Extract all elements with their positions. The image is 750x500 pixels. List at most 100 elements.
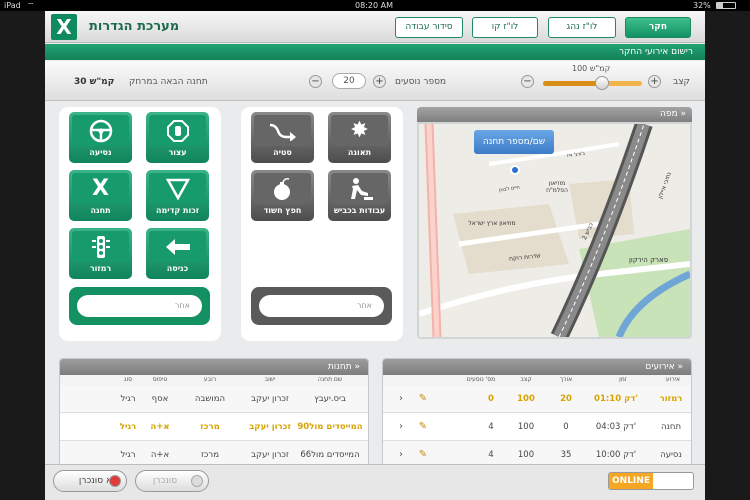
passengers-increase-button[interactable]: + (373, 75, 386, 88)
table-row[interactable]: › ✎ 4 100 0 04:03 דק' תחנה (383, 413, 691, 441)
speed-value: 100 קמ"ש (572, 64, 611, 73)
nav-button-line-schedule[interactable]: לו"ז קו (472, 17, 538, 38)
station-button[interactable]: X תחנה (69, 170, 132, 221)
stations-title: תחנות (327, 362, 352, 372)
station-kind: רגיל (120, 394, 136, 404)
event-speed: 100 (517, 422, 535, 432)
events-rows: › ✎ 0 100 20 01:10 דק' רמזור › ✎ 4 100 0… (383, 385, 691, 469)
events-collapse-icon[interactable]: « (677, 362, 683, 372)
roadwork-button-label: עבודות בכביש (333, 206, 386, 215)
events-column-headers: אירוע זמן אורך קצב מס' נוסעים (383, 375, 691, 385)
logo-icon: X (51, 14, 77, 40)
passengers-input[interactable]: 20 (332, 73, 366, 89)
map-label-eretz-israel-museum: מוזיאון ארץ ישראל (468, 220, 516, 227)
app-title: מערכת הגדרות (89, 19, 180, 34)
collapse-icon[interactable]: « (680, 109, 686, 119)
event-time: 04:03 דק' (595, 422, 637, 432)
station-name: ביס.יעבץ (314, 394, 346, 404)
table-row[interactable]: › ✎ 0 100 20 01:10 דק' רמזור (383, 385, 691, 413)
map-label-palmach-museum: מוזיאון הפלמ"ח (546, 180, 568, 194)
grey-status-dot-icon (191, 475, 203, 487)
location-pin-icon[interactable] (510, 165, 520, 175)
stations-col-area: רובע (203, 376, 217, 383)
station-city: זכרון יעקב (251, 394, 289, 404)
explosion-icon: ✸ (350, 118, 369, 143)
roadwork-button[interactable]: עבודות בכביש (328, 170, 391, 221)
nav-button-research[interactable]: חקר (625, 17, 691, 38)
passengers-decrease-button[interactable]: − (309, 75, 322, 88)
bottom-bar: לא סונכרן סונכרן ONLINE (45, 464, 705, 500)
suspicious-object-button-label: חפץ חשוד (263, 206, 302, 215)
nav-button-driver-schedule[interactable]: לו"ז נהג (548, 17, 616, 38)
speed-decrease-button[interactable]: − (521, 75, 534, 88)
entry-button[interactable]: כניסה (146, 228, 209, 279)
stations-col-city: ישוב (264, 376, 276, 383)
station-type: א+ה (150, 422, 170, 432)
event-buttons-panel-dark: סטיה ✸ תאונה חפץ חשוד עבודות בכביש אחר (241, 107, 403, 341)
not-synced-button[interactable]: לא סונכרן (53, 470, 127, 492)
map-view[interactable]: שם/מספר תחנה מוזיאון הפלמ"ח מוזיאון ארץ … (419, 124, 690, 337)
edit-pencil-icon[interactable]: ✎ (419, 413, 427, 441)
station-callout[interactable]: שם/מספר תחנה (474, 130, 554, 154)
deviation-button-label: סטיה (273, 148, 292, 157)
yield-triangle-icon (165, 178, 190, 200)
ios-status-bar: iPad ⌔ 08:20 AM 32% (0, 0, 750, 11)
accident-button[interactable]: ✸ תאונה (328, 112, 391, 163)
map-graphic (419, 124, 690, 337)
suspicious-object-button[interactable]: חפץ חשוד (251, 170, 314, 221)
chevron-icon[interactable]: › (399, 413, 403, 441)
yield-button[interactable]: זכות קדימה (146, 170, 209, 221)
map-panel: « מפה שם/מספר תחנה מוזיאון הפלמ"ח מוזיאו… (417, 107, 692, 339)
station-area: המושבה (194, 394, 226, 404)
events-col-time: זמן (619, 376, 627, 383)
green-search-input[interactable]: אחר (77, 295, 202, 317)
subheader-bar: רישום אירועי החקר (45, 44, 705, 60)
title-bar: X מערכת הגדרות סידור עבודה לו"ז קו לו"ז … (45, 11, 705, 43)
event-passengers: 0 (488, 394, 494, 404)
station-city: זכרון יעקב (249, 422, 291, 432)
traffic-light-button[interactable]: רמזור (69, 228, 132, 279)
stations-rows: ביס.יעבץ זכרון יעקב המושבה אסף רגיל המיי… (60, 385, 368, 469)
speed-slider-handle[interactable] (595, 76, 610, 90)
nav-button-work-schedule[interactable]: סידור עבודה (395, 17, 463, 38)
stations-col-name: שם תחנה (317, 376, 343, 383)
deviation-button[interactable]: סטיה (251, 112, 314, 163)
drive-button[interactable]: נסיעה (69, 112, 132, 163)
battery-percent: 32% (693, 1, 711, 10)
map-label-yarkon-park: פארק הירקון (629, 256, 669, 264)
clock: 08:20 AM (355, 1, 393, 10)
speed-slider[interactable] (543, 81, 642, 86)
subheader-title: רישום אירועי החקר (618, 47, 693, 57)
wifi-icon: ⌔ (27, 1, 35, 10)
stations-col-kind: סוג (123, 376, 133, 383)
event-name: רמזור (659, 394, 683, 404)
event-buttons-panel-green: נסיעה עצור X תחנה זכות קדימה רמזור כניסה … (59, 107, 221, 341)
chevron-icon[interactable]: › (399, 385, 403, 413)
events-col-speed: קצב (520, 376, 532, 383)
dark-search-input[interactable]: אחר (259, 295, 384, 317)
bomb-icon (273, 177, 290, 200)
speed-increase-button[interactable]: + (648, 75, 661, 88)
map-header: « מפה (417, 107, 692, 122)
table-row[interactable]: המייסדים מול90 זכרון יעקב מרכז א+ה רגיל (60, 413, 368, 441)
online-toggle[interactable]: ONLINE (608, 472, 694, 490)
red-status-dot-icon (109, 475, 121, 487)
event-speed: 100 (517, 394, 535, 404)
event-name: תחנה (660, 422, 682, 432)
speed-slider-fill (543, 81, 603, 86)
table-row[interactable]: ביס.יעבץ זכרון יעקב המושבה אסף רגיל (60, 385, 368, 413)
entry-button-label: כניסה (166, 264, 189, 273)
stations-collapse-icon[interactable]: « (354, 362, 360, 372)
stop-button-label: עצור (168, 148, 187, 157)
stop-button[interactable]: עצור (146, 112, 209, 163)
edit-pencil-icon[interactable]: ✎ (419, 385, 427, 413)
stations-column-headers: שם תחנה ישוב רובע טיפוס סוג (60, 375, 368, 385)
synced-button[interactable]: סונכרן (135, 470, 209, 492)
next-station-label: תחנה הבאה במרחק (129, 77, 208, 87)
app-window: X מערכת הגדרות סידור עבודה לו"ז קו לו"ז … (45, 11, 705, 500)
stations-header: « תחנות (60, 359, 368, 375)
station-button-label: תחנה (90, 206, 111, 215)
accident-button-label: תאונה (347, 148, 372, 157)
drive-button-label: נסיעה (89, 148, 112, 157)
event-length: 0 (563, 422, 569, 432)
